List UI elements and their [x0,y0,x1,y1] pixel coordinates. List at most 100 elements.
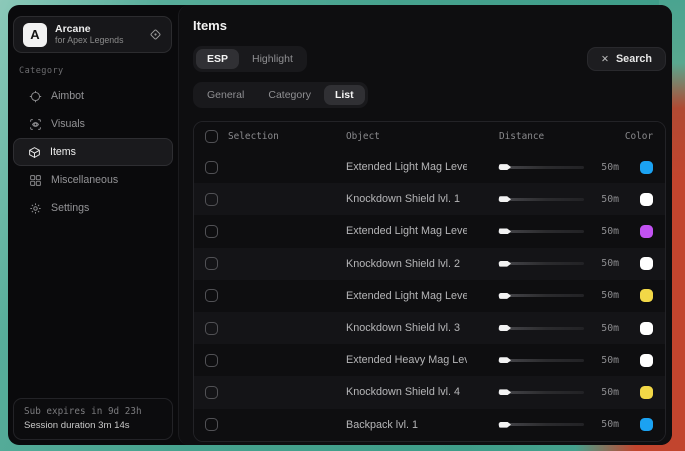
table-row: Knockdown Shield lvl. 1 50m [194,183,665,215]
distance-slider[interactable] [498,356,584,365]
tab-esp[interactable]: ESP [196,49,239,69]
distance-cell: 50m [467,162,619,173]
distance-cell: 50m [467,323,619,334]
distance-cell: 50m [467,387,619,398]
row-checkbox[interactable] [205,322,218,335]
pin-icon[interactable] [149,28,162,41]
object-cell: Extended Heavy Mag Level 1 [346,354,467,366]
row-checkbox[interactable] [205,193,218,206]
distance-slider[interactable] [498,388,584,397]
sidebar-item-miscellaneous[interactable]: Miscellaneous [13,166,173,194]
column-header-object: Object [346,131,467,142]
distance-slider[interactable] [498,420,584,429]
distance-cell: 50m [467,258,619,269]
row-checkbox[interactable] [205,225,218,238]
object-cell: Knockdown Shield lvl. 3 [346,322,467,334]
cheat-menu-window: A Arcane for Apex Legends Category [8,5,672,445]
box-icon [28,146,41,159]
color-swatch[interactable] [640,418,653,431]
brand-text: Arcane for Apex Legends [55,23,123,46]
slider-thumb[interactable] [499,164,511,170]
object-cell: Extended Light Mag Level 4 [346,290,467,302]
color-swatch[interactable] [640,386,653,399]
color-swatch[interactable] [640,322,653,335]
distance-value: 50m [593,258,619,269]
tab-highlight[interactable]: Highlight [241,49,304,69]
sidebar-item-aimbot[interactable]: Aimbot [13,82,173,110]
distance-slider[interactable] [498,163,584,172]
object-cell: Knockdown Shield lvl. 4 [346,386,467,398]
brand-card: A Arcane for Apex Legends [13,16,172,53]
color-swatch[interactable] [640,289,653,302]
distance-value: 50m [593,226,619,237]
object-cell: Extended Light Mag Level 3 [346,225,467,237]
app-subtitle: for Apex Legends [55,35,123,46]
row-checkbox[interactable] [205,354,218,367]
row-checkbox[interactable] [205,289,218,302]
app-logo: A [23,23,47,47]
sidebar: A Arcane for Apex Legends Category [8,5,178,445]
distance-value: 50m [593,419,619,430]
column-header-color: Color [619,131,659,142]
distance-slider[interactable] [498,195,584,204]
tab-general[interactable]: General [196,85,255,105]
category-label: Category [19,66,178,76]
distance-slider[interactable] [498,291,584,300]
session-card: Sub expires in 9d 23h Session duration 3… [13,398,173,440]
object-cell: Backpack lvl. 1 [346,419,467,431]
search-shortcut-icon: ✕ [601,54,609,65]
items-table: Selection Object Distance Color Extended… [193,121,666,442]
table-row: Extended Light Mag Level 3 50m [194,215,665,247]
color-swatch[interactable] [640,161,653,174]
view-tabs: General Category List [193,82,368,108]
row-checkbox[interactable] [205,161,218,174]
distance-value: 50m [593,290,619,301]
mode-tabs: ESP Highlight [193,46,307,72]
color-swatch[interactable] [640,257,653,270]
row-checkbox[interactable] [205,418,218,431]
sidebar-item-visuals[interactable]: Visuals [13,110,173,138]
object-cell: Knockdown Shield lvl. 1 [346,193,467,205]
gear-icon [29,202,42,215]
sidebar-item-items[interactable]: Items [13,138,173,166]
distance-value: 50m [593,323,619,334]
row-checkbox[interactable] [205,386,218,399]
table-row: Knockdown Shield lvl. 3 50m [194,312,665,344]
slider-thumb[interactable] [499,325,511,331]
sidebar-item-label: Visuals [51,118,85,130]
session-duration-text: Session duration 3m 14s [24,420,162,431]
grid-icon [29,174,42,187]
column-header-distance: Distance [467,131,619,142]
distance-value: 50m [593,162,619,173]
search-button[interactable]: ✕ Search [587,47,666,71]
table-header: Selection Object Distance Color [194,122,665,151]
distance-cell: 50m [467,419,619,430]
distance-slider[interactable] [498,324,584,333]
sidebar-item-settings[interactable]: Settings [13,194,173,222]
sidebar-item-label: Settings [51,202,89,214]
tab-category[interactable]: Category [257,85,322,105]
select-all-checkbox[interactable] [205,130,218,143]
table-body: Extended Light Mag Level 2 50m Knockdown… [194,151,665,441]
distance-cell: 50m [467,226,619,237]
eye-icon [29,118,42,131]
table-row: Backpack lvl. 1 50m [194,409,665,441]
color-swatch[interactable] [640,354,653,367]
tab-list[interactable]: List [324,85,365,105]
distance-cell: 50m [467,355,619,366]
distance-slider[interactable] [498,227,584,236]
search-button-label: Search [616,53,652,65]
distance-value: 50m [593,355,619,366]
distance-slider[interactable] [498,259,584,268]
sidebar-nav: Aimbot Visuals [8,82,178,222]
sidebar-item-label: Miscellaneous [51,174,118,186]
color-swatch[interactable] [640,193,653,206]
distance-cell: 50m [467,194,619,205]
app-title: Arcane [55,23,123,35]
sub-expiry-text: Sub expires in 9d 23h [24,406,162,417]
main-panel: Items ESP Highlight ✕ Search General Cat… [178,5,672,445]
row-checkbox[interactable] [205,257,218,270]
column-header-selection: Selection [228,131,346,142]
sidebar-item-label: Aimbot [51,90,84,102]
color-swatch[interactable] [640,225,653,238]
